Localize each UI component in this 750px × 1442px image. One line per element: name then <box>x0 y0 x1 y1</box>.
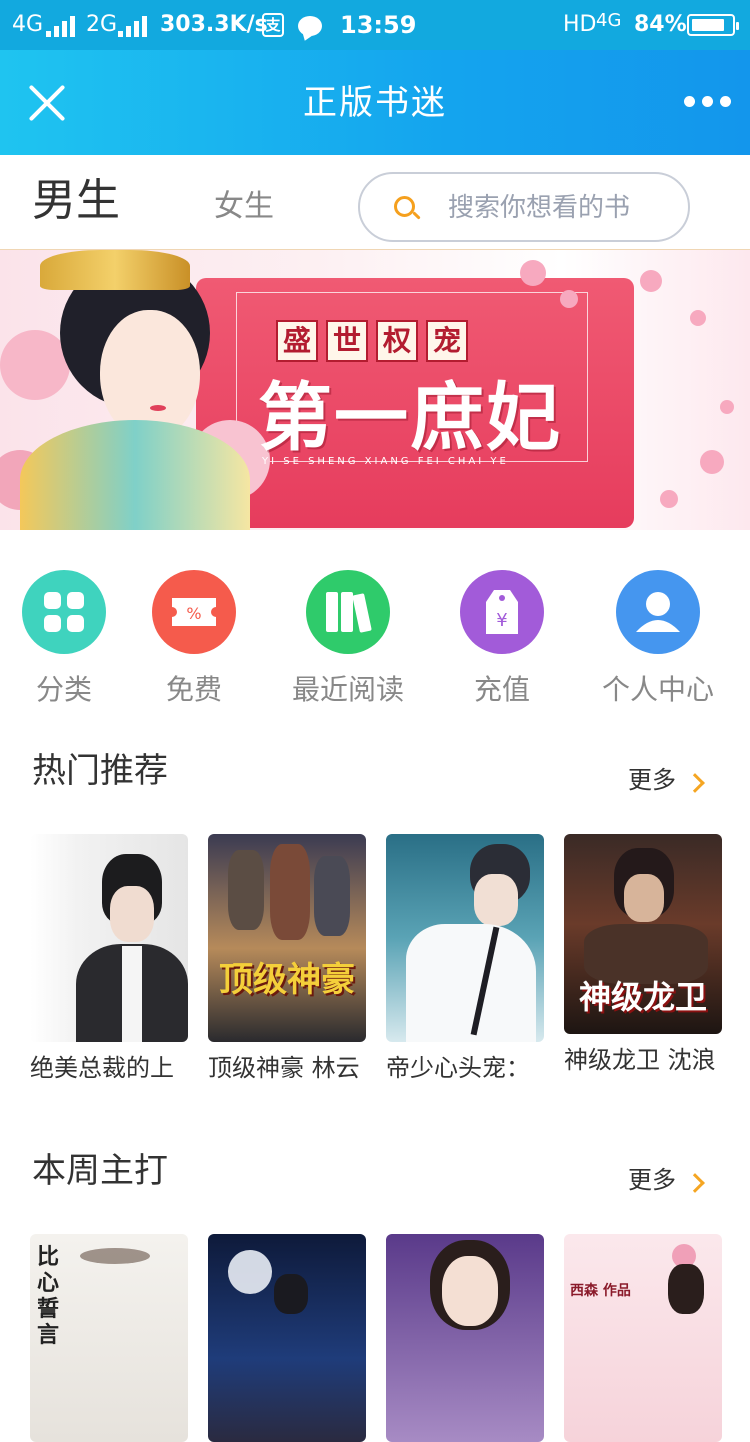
signal-icon-2 <box>118 15 152 37</box>
book-title: 顶级神豪 林云 <box>208 1054 360 1082</box>
banner-pinyin: YI SE SHENG XIANG FEI CHAI YE <box>262 456 509 467</box>
search-input[interactable]: 搜索你想看的书 <box>358 172 690 242</box>
hot-more-link[interactable]: 更多 <box>628 764 676 796</box>
menu-item-label: 免费 <box>165 673 222 706</box>
banner-subtitle-char: 宠 <box>426 320 468 362</box>
alipay-icon: 支 <box>262 13 284 37</box>
tab-female[interactable]: 女生 <box>214 177 274 237</box>
chevron-right-icon[interactable] <box>685 773 705 793</box>
more-options-icon[interactable] <box>684 90 732 114</box>
user-icon <box>616 570 700 654</box>
book-title: 帝少心头宠： <box>386 1054 530 1082</box>
books-icon <box>306 570 390 654</box>
menu-item-profile[interactable]: 个人中心 <box>588 570 728 710</box>
book-title: 绝美总裁的上 <box>30 1054 174 1082</box>
section-title-weekly: 本周主打 <box>32 1151 168 1191</box>
banner-subtitle-char: 权 <box>376 320 418 362</box>
network-type-label: 4G <box>12 12 44 37</box>
svg-text:%: % <box>186 604 201 623</box>
title-bar: 正版书迷 <box>0 50 750 155</box>
book-title: 神级龙卫 沈浪 <box>564 1046 716 1074</box>
banner-illustration <box>0 250 270 530</box>
menu-item-label: 最近阅读 <box>291 673 404 706</box>
banner-subtitle-char: 世 <box>326 320 368 362</box>
cover-title: 顶级神豪 <box>219 960 355 1000</box>
network-type-label-3: 4G <box>596 10 622 31</box>
search-placeholder: 搜索你想看的书 <box>448 193 631 223</box>
book-cover: 神级龙卫 <box>564 834 722 1034</box>
book-cover <box>208 1234 366 1442</box>
book-cover <box>386 1234 544 1442</box>
menu-item-label: 分类 <box>35 673 92 706</box>
cover-title: 神级龙卫 <box>578 978 707 1016</box>
cover-author: 西森 作品 <box>570 1283 631 1299</box>
ticket-icon: % <box>152 570 236 654</box>
svg-text:¥: ¥ <box>496 610 507 631</box>
tab-male[interactable]: 男生 <box>32 171 120 231</box>
section-title-hot: 热门推荐 <box>32 751 168 791</box>
menu-item-label: 充值 <box>473 673 530 706</box>
grid-icon <box>22 570 106 654</box>
chat-icon <box>298 16 322 36</box>
tab-row: 男生 女生 搜索你想看的书 <box>0 155 750 250</box>
book-cover: 比心誓言 <box>30 1234 188 1442</box>
menu-item-label: 个人中心 <box>601 673 714 706</box>
banner-title: 第一庶妃 <box>258 375 562 461</box>
quick-menu: 分类 % 免费 最近阅读 ¥ 充值 个人中心 <box>0 560 750 710</box>
price-tag-icon: ¥ <box>460 570 544 654</box>
book-cover: 西森 作品 <box>564 1234 722 1442</box>
hd-label: HD <box>563 12 597 37</box>
menu-item-category[interactable]: 分类 <box>0 570 134 710</box>
search-icon <box>392 194 421 222</box>
book-cover: 顶级神豪 <box>208 834 366 1042</box>
book-cover <box>386 834 544 1042</box>
battery-percent: 84% <box>634 12 687 37</box>
signal-icon <box>46 15 80 37</box>
network-speed: 303.3K/s <box>160 12 268 37</box>
page-title: 正版书迷 <box>303 83 447 123</box>
chevron-right-icon[interactable] <box>685 1173 705 1193</box>
menu-item-recent[interactable]: 最近阅读 <box>278 570 418 710</box>
clock: 13:59 <box>340 11 417 39</box>
battery-icon <box>687 14 739 36</box>
battery-fill <box>692 19 724 31</box>
network-type-label-2: 2G <box>86 12 118 37</box>
banner-subtitle-char: 盛 <box>276 320 318 362</box>
menu-item-free[interactable]: % 免费 <box>124 570 264 710</box>
book-cover <box>30 834 188 1042</box>
menu-item-recharge[interactable]: ¥ 充值 <box>432 570 572 710</box>
status-bar: 4G 2G 303.3K/s 支 13:59 HD 4G 84% <box>0 0 750 50</box>
cover-title: 比心誓言 <box>36 1244 59 1348</box>
weekly-more-link[interactable]: 更多 <box>628 1164 676 1196</box>
